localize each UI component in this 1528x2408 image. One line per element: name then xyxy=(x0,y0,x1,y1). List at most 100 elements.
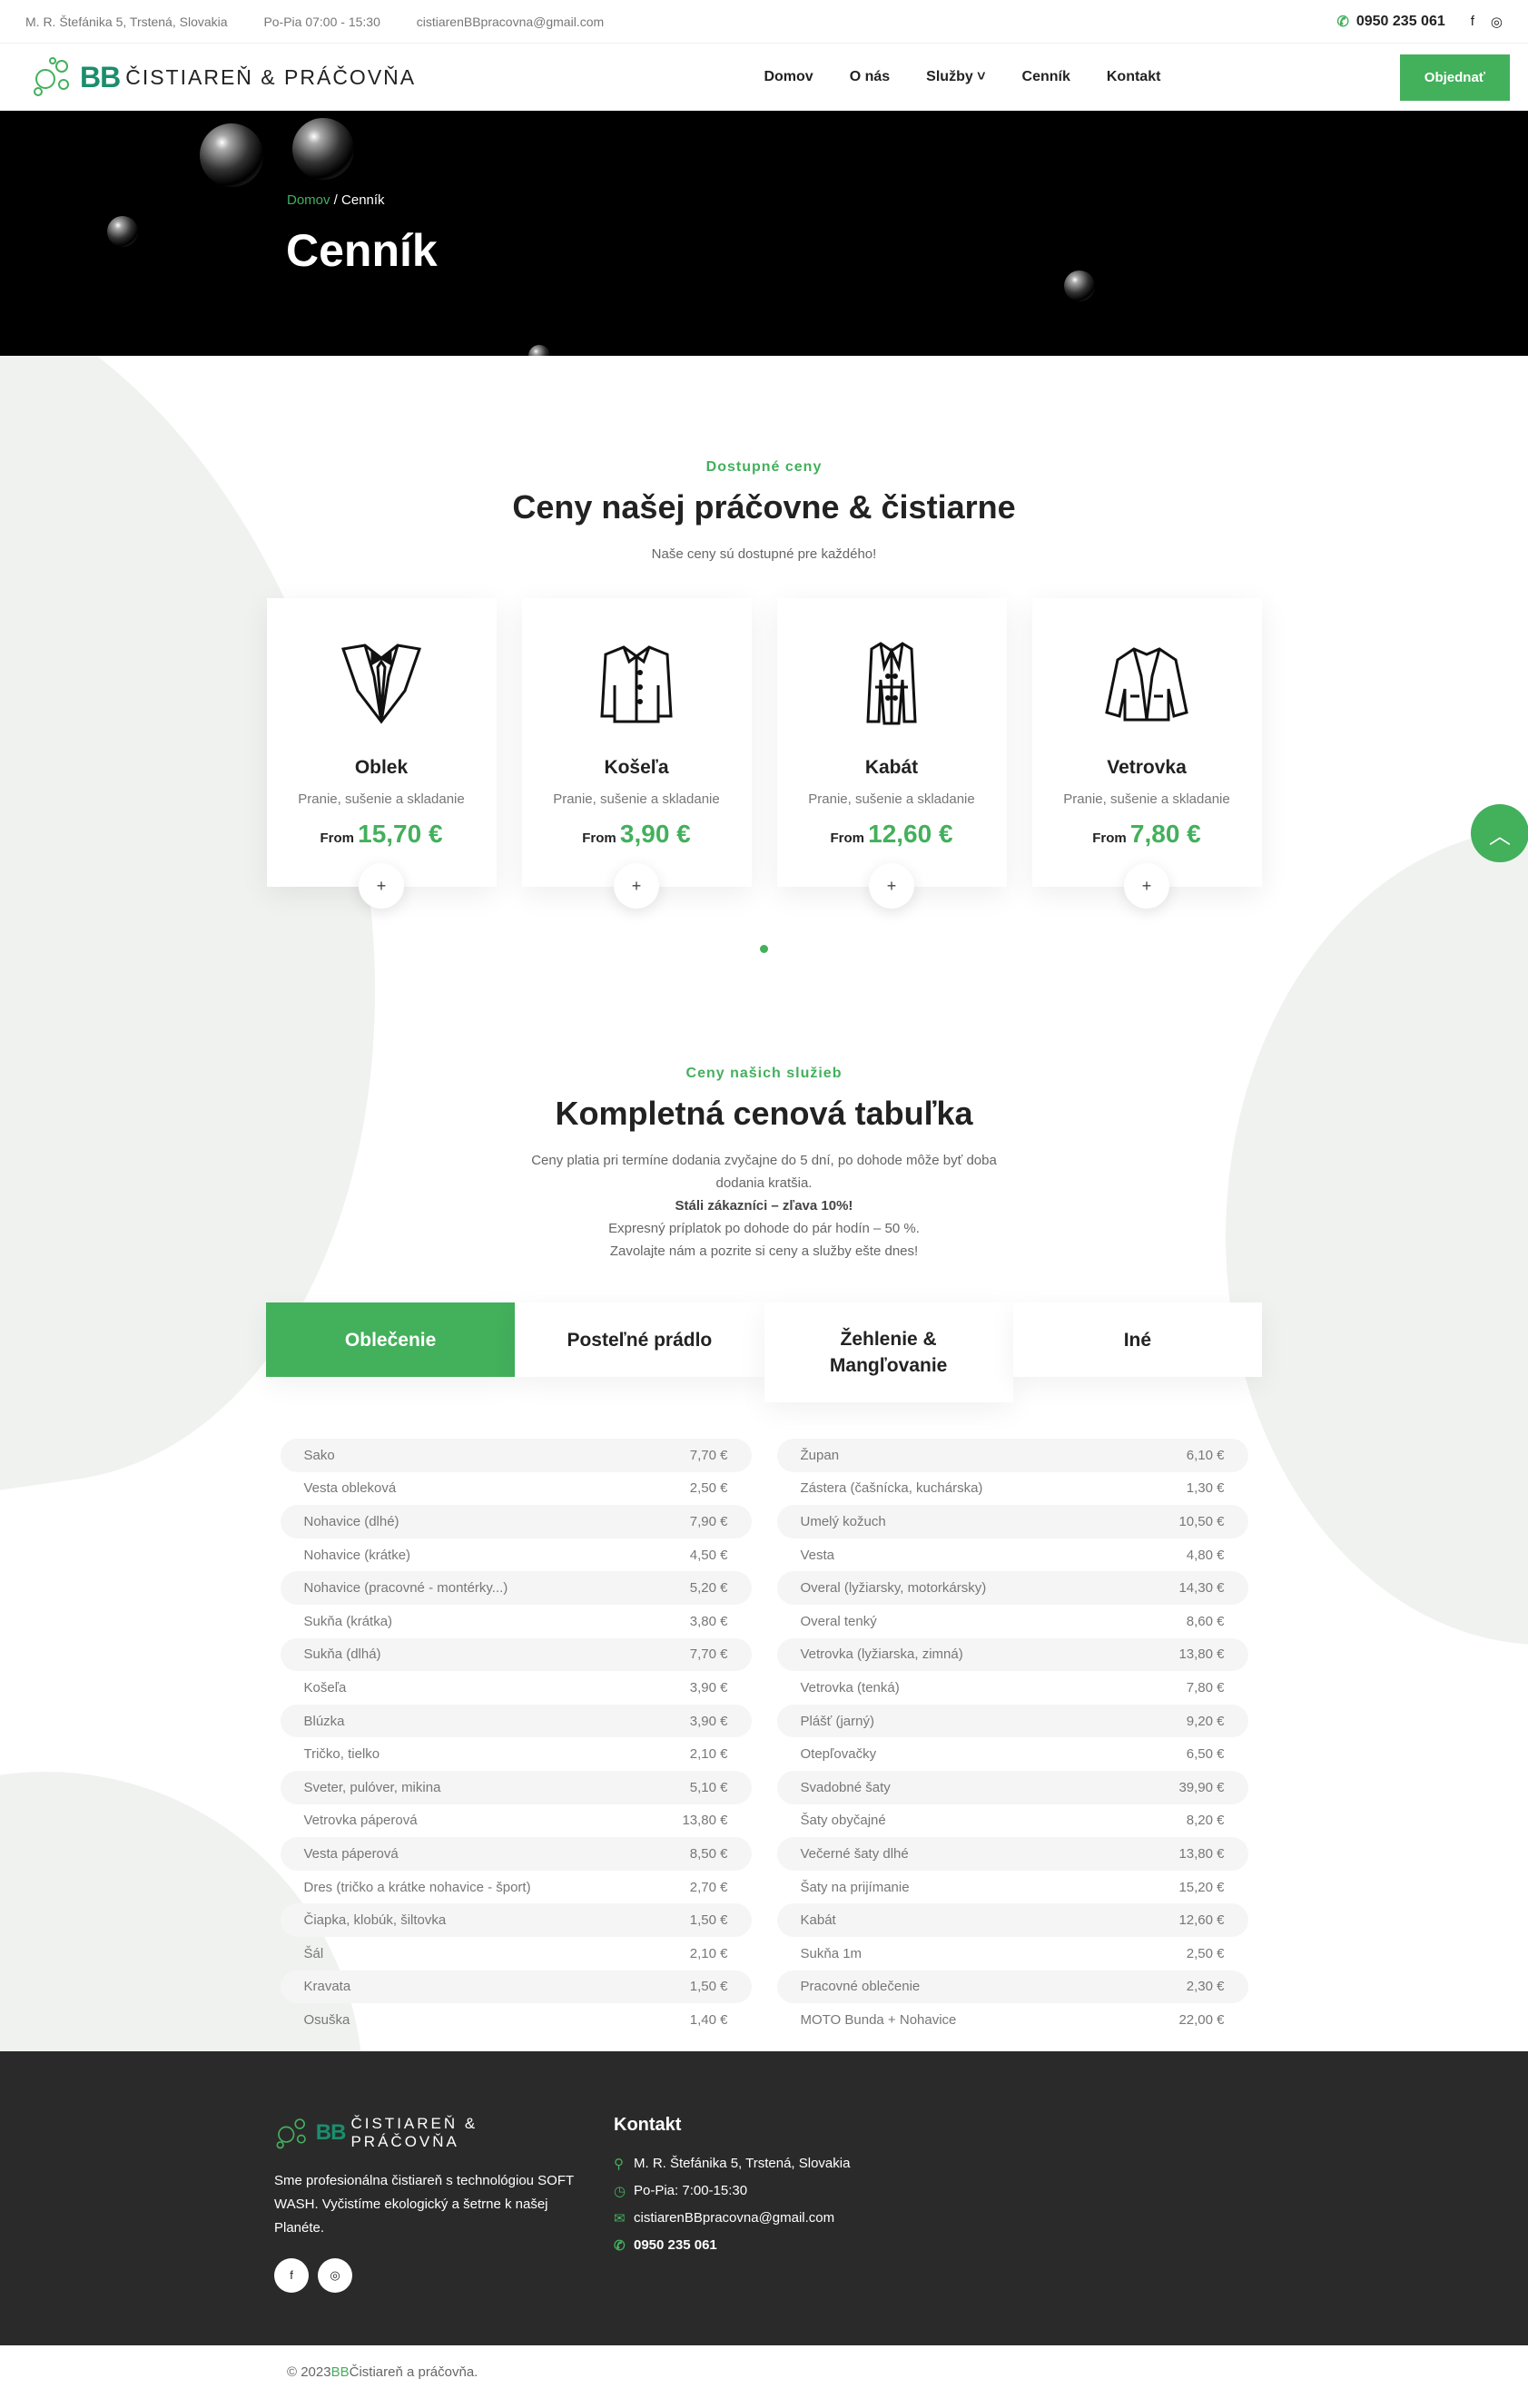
jacket-icon xyxy=(1105,647,1188,722)
expand-button[interactable]: + xyxy=(1124,863,1169,909)
main-nav: BB ČISTIAREŇ & PRÁČOVŇA Domov O nás Služ… xyxy=(0,44,1528,111)
price-row: Čiapka, klobúk, šiltovka 1,50 € xyxy=(280,1903,752,1937)
suit-icon xyxy=(340,644,422,724)
facebook-icon[interactable]: f xyxy=(274,2257,309,2293)
footer-contact-title: Kontakt xyxy=(614,2114,682,2135)
nav-o-nas[interactable]: O nás xyxy=(850,69,890,85)
price-row: Sukňa (krátka) 3,80 € xyxy=(281,1605,752,1638)
item-price: 8,60 € xyxy=(1186,1613,1225,1629)
price-row: Sukňa 1m 2,50 € xyxy=(777,1937,1248,1971)
price-row: Župan 6,10 € xyxy=(776,1439,1248,1472)
instagram-icon[interactable]: ◎ xyxy=(1491,14,1503,30)
expand-button[interactable]: + xyxy=(869,863,914,909)
item-price: 2,50 € xyxy=(689,1480,728,1497)
logo[interactable]: BB ČISTIAREŇ & PRÁČOVŇA xyxy=(31,55,416,99)
tab-oblecenie[interactable]: Oblečenie xyxy=(266,1302,516,1377)
card-price: From 12,60 € xyxy=(777,820,1007,849)
item-price: 6,10 € xyxy=(1186,1447,1225,1463)
carousel-dot[interactable] xyxy=(760,945,768,953)
mail-icon: ✉ xyxy=(614,2210,626,2226)
price-row: Tričko, tielko 2,10 € xyxy=(281,1737,752,1771)
price-row: Otepľovačky 6,50 € xyxy=(777,1737,1248,1771)
location-icon: ⚲ xyxy=(614,2156,624,2172)
nav-cennik[interactable]: Cenník xyxy=(1022,69,1070,85)
card-desc: Pranie, sušenie a skladanie xyxy=(808,791,975,807)
price-row: Svadobné šaty 39,90 € xyxy=(776,1770,1248,1804)
card-price: From 15,70 € xyxy=(267,820,497,849)
item-name: Šaty na prijímanie xyxy=(800,1879,910,1895)
nav-domov[interactable]: Domov xyxy=(764,69,813,85)
item-name: Umelý kožuch xyxy=(800,1513,886,1529)
facebook-icon[interactable]: f xyxy=(1471,14,1474,30)
item-name: Šál xyxy=(303,1945,324,1961)
price-row: Sako 7,70 € xyxy=(280,1439,752,1472)
price-row: MOTO Bunda + Nohavice 22,00 € xyxy=(777,2003,1248,2037)
item-price: 10,50 € xyxy=(1178,1513,1225,1529)
expand-button[interactable]: + xyxy=(614,863,659,909)
price-from: From xyxy=(320,831,354,846)
topbar-email[interactable]: cistiarenBBpracovna@gmail.com xyxy=(417,15,604,29)
topbar-hours: Po-Pia 07:00 - 15:30 xyxy=(263,14,380,29)
price-card-kosela[interactable]: Košeľa Pranie, sušenie a skladanie From … xyxy=(521,598,752,909)
item-price: 6,50 € xyxy=(1186,1746,1225,1763)
table-eyebrow: Ceny našich služieb xyxy=(685,1066,843,1081)
price-card-oblek[interactable]: Oblek Pranie, sušenie a skladanie From 1… xyxy=(266,598,497,909)
shirt-icon xyxy=(600,645,673,723)
price-row: Vesta páperová 8,50 € xyxy=(280,1837,752,1871)
item-price: 2,10 € xyxy=(689,1746,728,1763)
price-row: Košeľa 3,90 € xyxy=(281,1671,752,1705)
footer-logo-text: ČISTIAREŇ & PRÁČOVŇA xyxy=(350,2114,478,2150)
order-button[interactable]: Objednať xyxy=(1399,54,1510,101)
item-name: Otepľovačky xyxy=(800,1746,877,1763)
price-from: From xyxy=(1092,831,1127,846)
price-row: Nohavice (krátke) 4,50 € xyxy=(281,1538,752,1572)
price-row: Šaty na prijímanie 15,20 € xyxy=(777,1871,1248,1904)
price-row: Osuška 1,40 € xyxy=(281,2003,752,2037)
item-price: 7,80 € xyxy=(1186,1679,1225,1695)
price-row: Vetrovka (lyžiarska, zimná) 13,80 € xyxy=(776,1637,1248,1672)
item-name: Plášť (jarný) xyxy=(800,1713,874,1729)
item-price: 13,80 € xyxy=(1178,1646,1225,1663)
topbar-phone[interactable]: 0950 235 061 xyxy=(1356,14,1445,30)
bubble-decoration xyxy=(528,345,550,356)
instagram-icon[interactable]: ◎ xyxy=(318,2257,352,2293)
price-row: Nohavice (pracovné - montérky...) 5,20 € xyxy=(280,1571,752,1605)
price-card-vetrovka[interactable]: Vetrovka Pranie, sušenie a skladanie Fro… xyxy=(1031,598,1262,909)
price-row: Pracovné oblečenie 2,30 € xyxy=(776,1970,1248,2004)
item-price: 7,90 € xyxy=(689,1513,728,1529)
scroll-to-top-button[interactable]: ︿ xyxy=(1471,804,1528,862)
item-price: 2,30 € xyxy=(1186,1979,1225,1995)
item-name: Kabát xyxy=(800,1912,836,1929)
breadcrumb-current: / Cenník xyxy=(330,192,385,208)
item-price: 3,90 € xyxy=(689,1679,728,1695)
logo-text: ČISTIAREŇ & PRÁČOVŇA xyxy=(125,64,417,89)
footer-email[interactable]: cistiarenBBpracovna@gmail.com xyxy=(634,2210,834,2226)
price-row: Plášť (jarný) 9,20 € xyxy=(776,1704,1248,1738)
item-name: Nohavice (pracovné - montérky...) xyxy=(303,1580,508,1597)
price-from: From xyxy=(582,831,616,846)
item-price: 9,20 € xyxy=(1186,1713,1225,1729)
price-row: Nohavice (dlhé) 7,90 € xyxy=(280,1505,752,1538)
hero-banner: Domov / Cenník Cenník xyxy=(0,111,1528,356)
bubble-decoration xyxy=(1064,270,1095,301)
tab-postelne-pradlo[interactable]: Posteľné prádlo xyxy=(515,1302,764,1377)
footer-logo[interactable]: BB ČISTIAREŇ & PRÁČOVŇA xyxy=(274,2115,592,2151)
intro-line: Zavolajte nám a pozrite si ceny a služby… xyxy=(609,1243,919,1259)
tab-ine[interactable]: Iné xyxy=(1012,1302,1262,1377)
expand-button[interactable]: + xyxy=(359,863,404,909)
copy-link[interactable]: BB xyxy=(331,2364,350,2380)
item-name: Sukňa (krátka) xyxy=(303,1613,393,1629)
price-from: From xyxy=(830,831,864,846)
item-price: 2,10 € xyxy=(689,1945,728,1961)
breadcrumb-home[interactable]: Domov xyxy=(287,192,330,208)
tab-zehlenie[interactable]: Žehlenie & Mangľovanie xyxy=(764,1302,1013,1402)
copyright: © 2023 BB Čistiareň a práčovňa. xyxy=(0,2344,1528,2400)
price-row: Vetrovka (tenká) 7,80 € xyxy=(777,1671,1248,1705)
price-card-kabat[interactable]: Kabát Pranie, sušenie a skladanie From 1… xyxy=(776,598,1007,909)
footer-phone[interactable]: 0950 235 061 xyxy=(634,2237,717,2253)
item-name: Kravata xyxy=(303,1979,351,1995)
item-name: Vesta páperová xyxy=(303,1845,399,1862)
card-title: Oblek xyxy=(354,757,409,778)
nav-sluzby[interactable]: Služby ˅ xyxy=(926,69,985,85)
nav-kontakt[interactable]: Kontakt xyxy=(1107,69,1161,85)
